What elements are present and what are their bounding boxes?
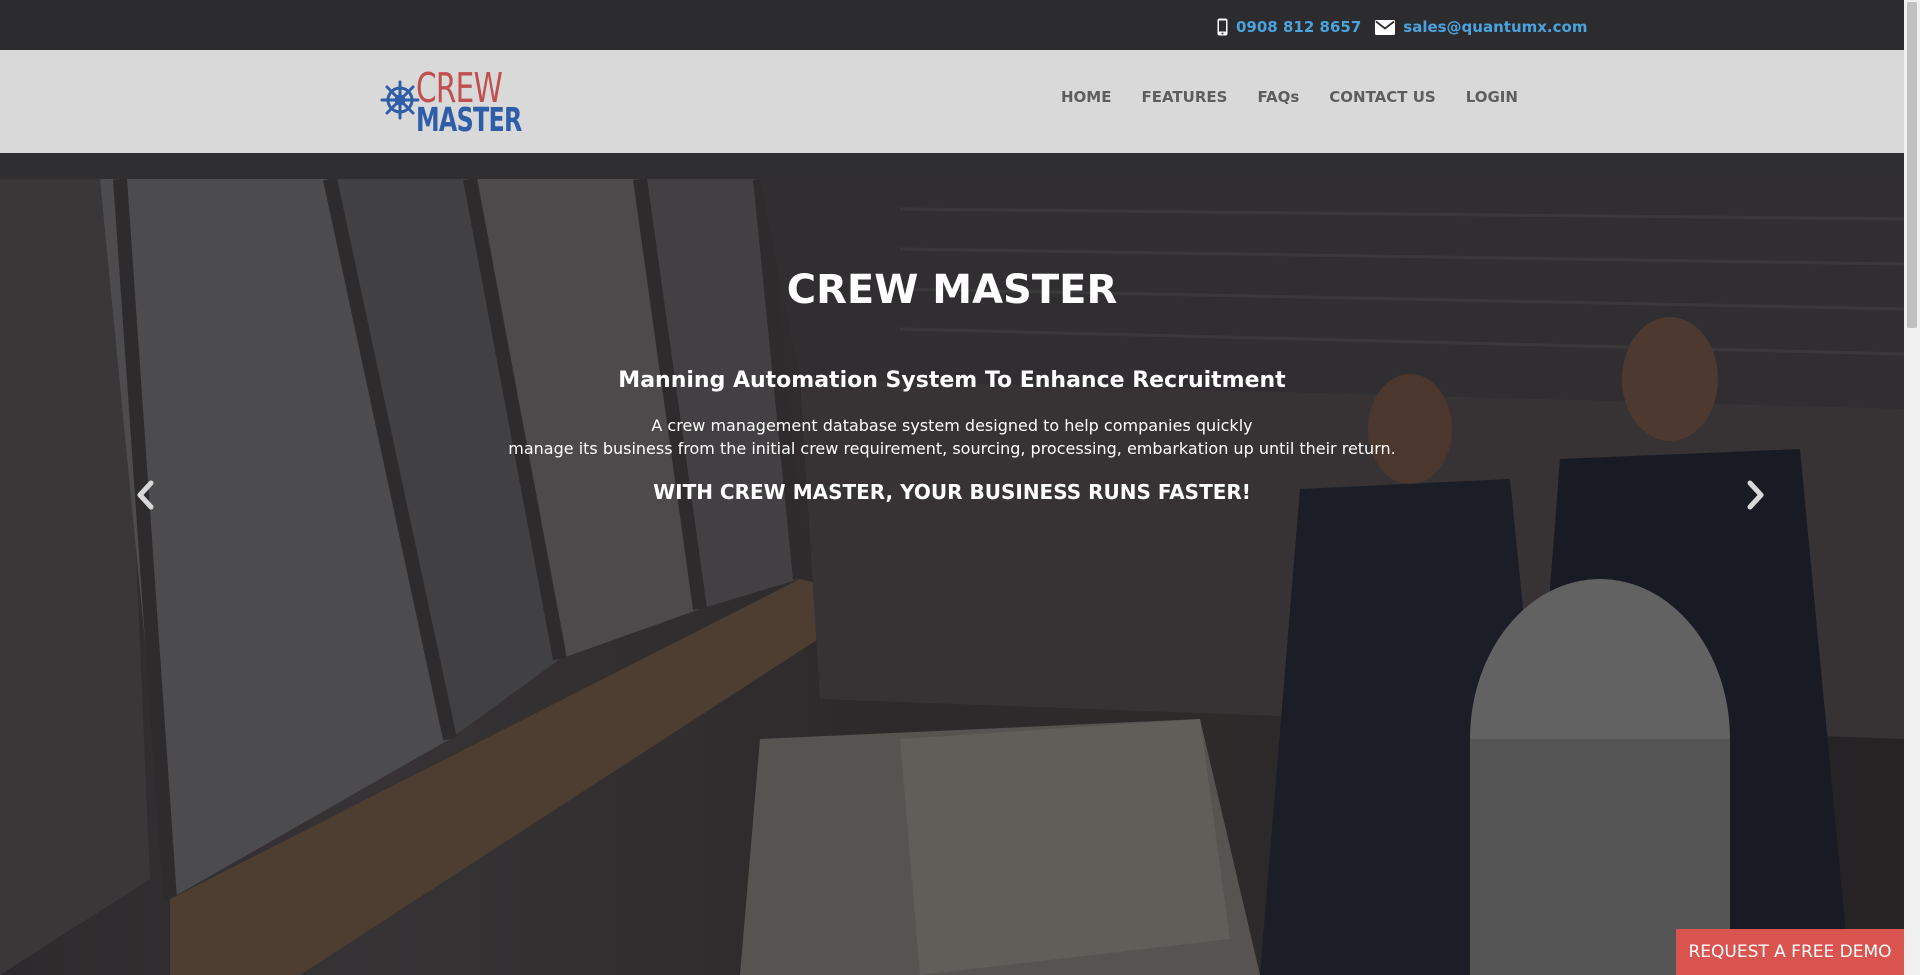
contact-bar: 0908 812 8657 sales@quantumx.com — [0, 0, 1904, 50]
site-header: CREW MASTER HOME FEATURES FAQs CONTACT U… — [0, 50, 1904, 153]
nav-home[interactable]: HOME — [1061, 88, 1111, 106]
contact-info: 0908 812 8657 sales@quantumx.com — [1217, 18, 1587, 36]
header-divider — [0, 153, 1904, 179]
carousel-prev-button[interactable] — [130, 477, 160, 517]
nav-login[interactable]: LOGIN — [1466, 88, 1518, 106]
carousel-next-button[interactable] — [1741, 477, 1771, 517]
hero-description: A crew management database system design… — [0, 414, 1904, 460]
nav-contact-us[interactable]: CONTACT US — [1329, 88, 1435, 106]
crew-master-logo[interactable]: CREW MASTER — [380, 64, 522, 139]
logo-master-text: MASTER — [416, 100, 522, 139]
hero-description-line-2: manage its business from the initial cre… — [508, 439, 1396, 458]
main-nav: HOME FEATURES FAQs CONTACT US LOGIN — [1061, 88, 1518, 106]
email-link[interactable]: sales@quantumx.com — [1403, 18, 1587, 36]
hero-tagline: WITH CREW MASTER, YOUR BUSINESS RUNS FAS… — [653, 480, 1251, 504]
page-scrollbar[interactable] — [1904, 0, 1920, 975]
ship-wheel-icon — [380, 80, 420, 124]
page: 0908 812 8657 sales@quantumx.com CREW MA… — [0, 0, 1904, 975]
nav-faqs[interactable]: FAQs — [1257, 88, 1299, 106]
envelope-icon — [1375, 19, 1396, 35]
mobile-phone-icon — [1217, 18, 1228, 36]
nav-features[interactable]: FEATURES — [1141, 88, 1227, 106]
hero-description-line-1: A crew management database system design… — [651, 416, 1253, 435]
hero-subtitle: Manning Automation System To Enhance Rec… — [618, 368, 1286, 393]
request-demo-button[interactable]: REQUEST A FREE DEMO — [1676, 929, 1904, 975]
hero-carousel: CREW MASTER Manning Automation System To… — [0, 179, 1904, 975]
scrollbar-thumb[interactable] — [1907, 2, 1917, 328]
chevron-left-icon — [135, 480, 155, 514]
phone-link[interactable]: 0908 812 8657 — [1236, 18, 1361, 36]
hero-title: CREW MASTER — [786, 267, 1118, 313]
chevron-right-icon — [1746, 480, 1766, 514]
